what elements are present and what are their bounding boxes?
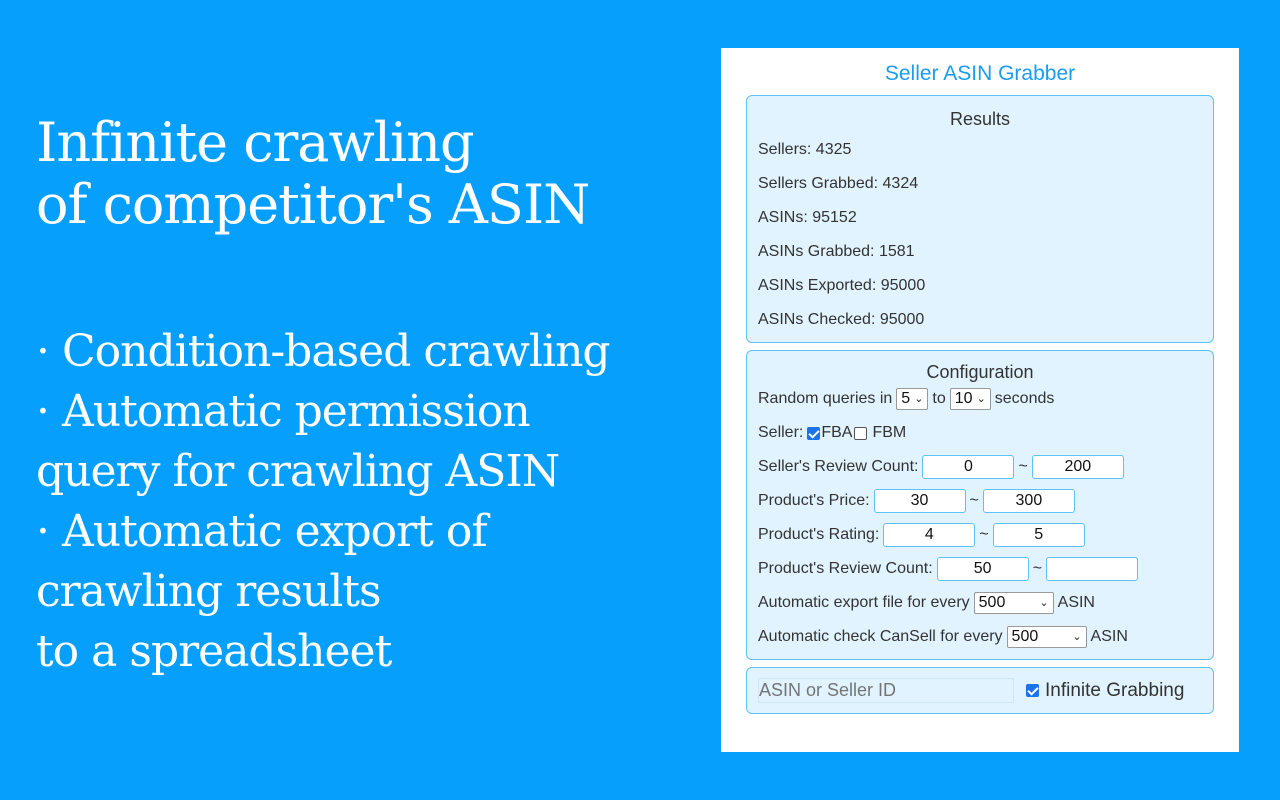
asin-suffix: ASIN: [1057, 594, 1095, 611]
popup-title: Seller ASIN Grabber: [884, 62, 1076, 85]
infinite-grabbing-label: Infinite Grabbing: [1045, 679, 1185, 701]
auto-cansell-row: Automatic check CanSell for every 500 ⌄ A…: [758, 625, 1202, 649]
bullet-icon: ·: [36, 326, 50, 377]
grab-section: Infinite Grabbing: [746, 667, 1214, 714]
query-max-select[interactable]: 10 ⌄: [949, 388, 991, 410]
asin-suffix: ASIN: [1090, 628, 1128, 645]
feature-list: · Condition-based crawling · Automatic per…: [36, 322, 611, 682]
seller-review-count-label: Seller's Review Count:: [758, 458, 919, 475]
feature-text: to a spreadsheet: [36, 626, 392, 677]
headline-line-2: of competitor's ASIN: [36, 173, 590, 236]
product-review-max-input[interactable]: [1046, 557, 1139, 581]
feature-text: crawling results: [36, 566, 382, 617]
feature-text: query for crawling ASIN: [36, 446, 560, 497]
stat-asins-exported: ASINs Exported: 95000: [758, 276, 1202, 296]
seconds-label: seconds: [994, 390, 1055, 407]
results-title: Results: [949, 109, 1011, 129]
fba-label: FBA: [821, 424, 853, 441]
range-separator: ~: [1018, 458, 1028, 475]
stat-label: ASINs Checked:: [758, 311, 880, 328]
stat-sellers: Sellers: 4325: [758, 140, 1202, 160]
to-label: to: [932, 390, 946, 407]
select-value: 500: [978, 594, 1006, 611]
stat-label: ASINs:: [758, 209, 813, 226]
configuration-title: Configuration: [926, 362, 1034, 382]
chevron-down-icon: ⌄: [1072, 631, 1082, 643]
stat-label: ASINs Exported:: [758, 277, 881, 294]
product-price-label: Product's Price:: [758, 492, 870, 509]
results-section: Results Sellers: 4325 Sellers Grabbed: 4…: [746, 95, 1214, 343]
price-max-input[interactable]: 300: [982, 489, 1075, 513]
seller-type-row: Seller: FBA FBM: [758, 421, 1202, 445]
auto-cansell-select[interactable]: 500 ⌄: [1006, 626, 1087, 648]
stat-sellers-grabbed: Sellers Grabbed: 4324: [758, 174, 1202, 194]
feature-text: Automatic permission: [62, 386, 531, 437]
stat-label: Sellers:: [758, 141, 816, 158]
configuration-section: Configuration Random queries in 5 ⌄ to 10…: [746, 350, 1214, 660]
fba-checkbox[interactable]: [807, 426, 821, 440]
auto-export-row: Automatic export file for every 500 ⌄ ASI…: [758, 591, 1202, 615]
stat-value: 95000: [880, 277, 926, 294]
stat-asins-checked: ASINs Checked: 95000: [758, 310, 1202, 330]
seller-review-count-row: Seller's Review Count: 0 ~ 200: [758, 455, 1202, 479]
bullet-icon: ·: [36, 386, 50, 437]
feature-item: · Condition-based crawling: [36, 322, 611, 382]
stat-asins-grabbed: ASINs Grabbed: 1581: [758, 242, 1202, 262]
feature-item: · Automatic export of crawling results to…: [36, 502, 610, 682]
query-min-select[interactable]: 5 ⌄: [896, 388, 929, 410]
bullet-icon: ·: [36, 506, 50, 557]
feature-text: Condition-based crawling: [62, 326, 611, 377]
product-price-row: Product's Price: 30 ~ 300: [758, 489, 1202, 513]
product-review-min-input[interactable]: 50: [936, 557, 1029, 581]
stat-value: 1581: [878, 243, 915, 260]
headline-line-1: Infinite crawling: [36, 111, 475, 174]
seller-review-min-input[interactable]: 0: [922, 455, 1015, 479]
fbm-checkbox[interactable]: [854, 426, 868, 440]
stat-label: Sellers Grabbed:: [758, 175, 883, 192]
infinite-grabbing-toggle[interactable]: Infinite Grabbing: [1022, 680, 1184, 702]
stat-value: 95152: [812, 209, 857, 226]
chevron-down-icon: ⌄: [914, 393, 924, 405]
chevron-down-icon: ⌄: [976, 393, 986, 405]
stat-value: 4324: [882, 175, 919, 192]
auto-export-select[interactable]: 500 ⌄: [973, 592, 1054, 614]
product-review-count-label: Product's Review Count:: [758, 560, 933, 577]
stat-label: ASINs Grabbed:: [758, 243, 879, 260]
range-separator: ~: [1032, 560, 1043, 577]
feature-text: Automatic export of: [62, 506, 488, 557]
rating-min-input[interactable]: 4: [883, 523, 976, 547]
stat-asins: ASINs: 95152: [758, 208, 1202, 228]
auto-cansell-label: Automatic check CanSell for every: [758, 628, 1003, 645]
range-separator: ~: [979, 526, 989, 543]
seller-review-max-input[interactable]: 200: [1031, 455, 1124, 479]
product-rating-label: Product's Rating:: [758, 526, 880, 543]
random-queries-label: Random queries in: [758, 390, 893, 407]
stat-value: 4325: [815, 141, 852, 158]
headline: Infinite crawling of competitor's ASIN: [36, 111, 590, 236]
feature-item: · Automatic permission query for crawling…: [36, 382, 610, 502]
fbm-label: FBM: [872, 424, 907, 441]
select-value: 500: [1011, 628, 1039, 645]
select-value: 10: [954, 390, 973, 407]
range-separator: ~: [969, 492, 979, 509]
seller-label: Seller:: [758, 424, 804, 441]
rating-max-input[interactable]: 5: [992, 523, 1085, 547]
chevron-down-icon: ⌄: [1039, 597, 1049, 609]
stat-value: 95000: [879, 311, 925, 328]
auto-export-label: Automatic export file for every: [758, 594, 970, 611]
extension-popup: Seller ASIN Grabber Results Sellers: 432…: [721, 48, 1239, 752]
price-min-input[interactable]: 30: [873, 489, 966, 513]
infinite-grabbing-checkbox[interactable]: [1026, 684, 1039, 697]
asin-or-seller-input[interactable]: [758, 678, 1014, 703]
product-rating-row: Product's Rating: 4 ~ 5: [758, 523, 1202, 547]
select-value: 5: [901, 390, 911, 407]
random-queries-row: Random queries in 5 ⌄ to 10 ⌄ seconds: [758, 387, 1202, 411]
product-review-count-row: Product's Review Count: 50 ~: [758, 557, 1202, 581]
